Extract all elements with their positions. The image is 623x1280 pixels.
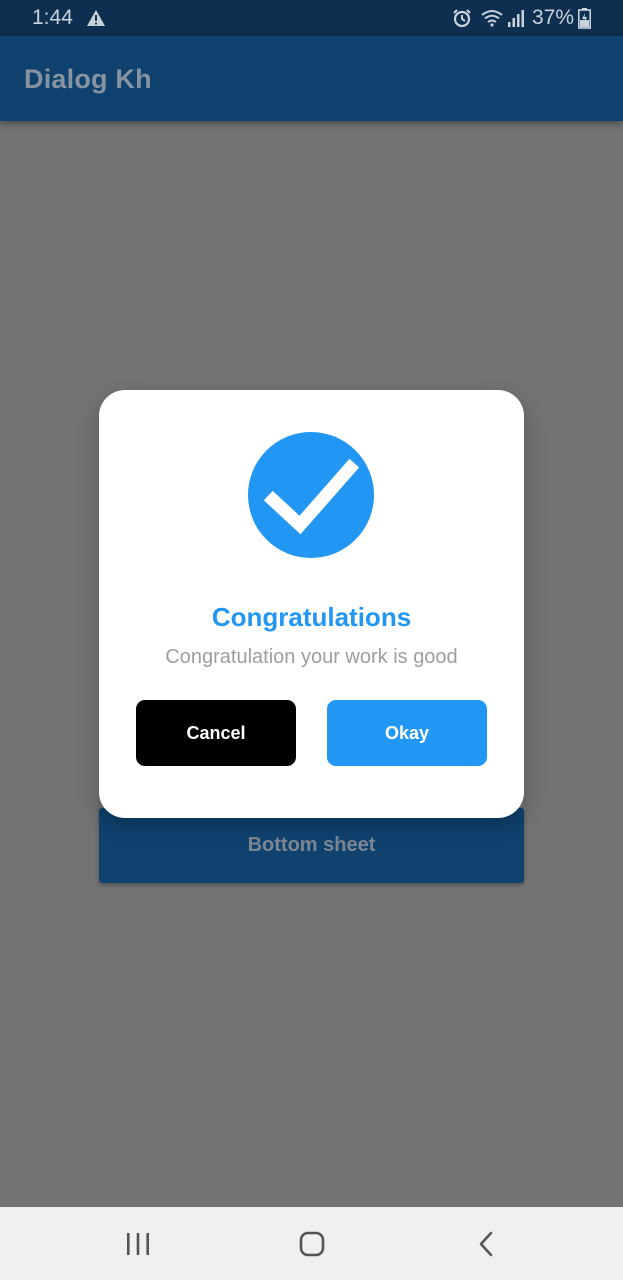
- battery-percentage: 37%: [532, 6, 575, 29]
- congratulations-dialog: Congratulations Congratulation your work…: [99, 390, 524, 818]
- recent-apps-icon[interactable]: [124, 1231, 152, 1257]
- alarm-icon: [453, 9, 471, 28]
- check-circle-icon: [248, 432, 374, 558]
- wifi-icon: [481, 10, 503, 27]
- bottom-sheet-button[interactable]: Bottom sheet: [99, 808, 524, 883]
- warning-icon: [87, 10, 105, 26]
- app-bar: Dialog Kh: [0, 36, 623, 121]
- dialog-title: Congratulations: [211, 602, 412, 632]
- status-bar: 1:44 37%: [0, 0, 623, 36]
- okay-button[interactable]: Okay: [327, 700, 487, 766]
- battery-icon: [578, 8, 591, 29]
- status-time: 1:44: [32, 6, 73, 29]
- home-icon[interactable]: [298, 1230, 326, 1258]
- navigation-bar: [0, 1207, 623, 1280]
- app-title: Dialog Kh: [24, 64, 152, 94]
- cancel-button[interactable]: Cancel: [136, 700, 296, 766]
- back-icon[interactable]: [476, 1230, 496, 1258]
- signal-icon: [508, 10, 524, 27]
- dialog-message: Congratulation your work is good: [165, 646, 458, 668]
